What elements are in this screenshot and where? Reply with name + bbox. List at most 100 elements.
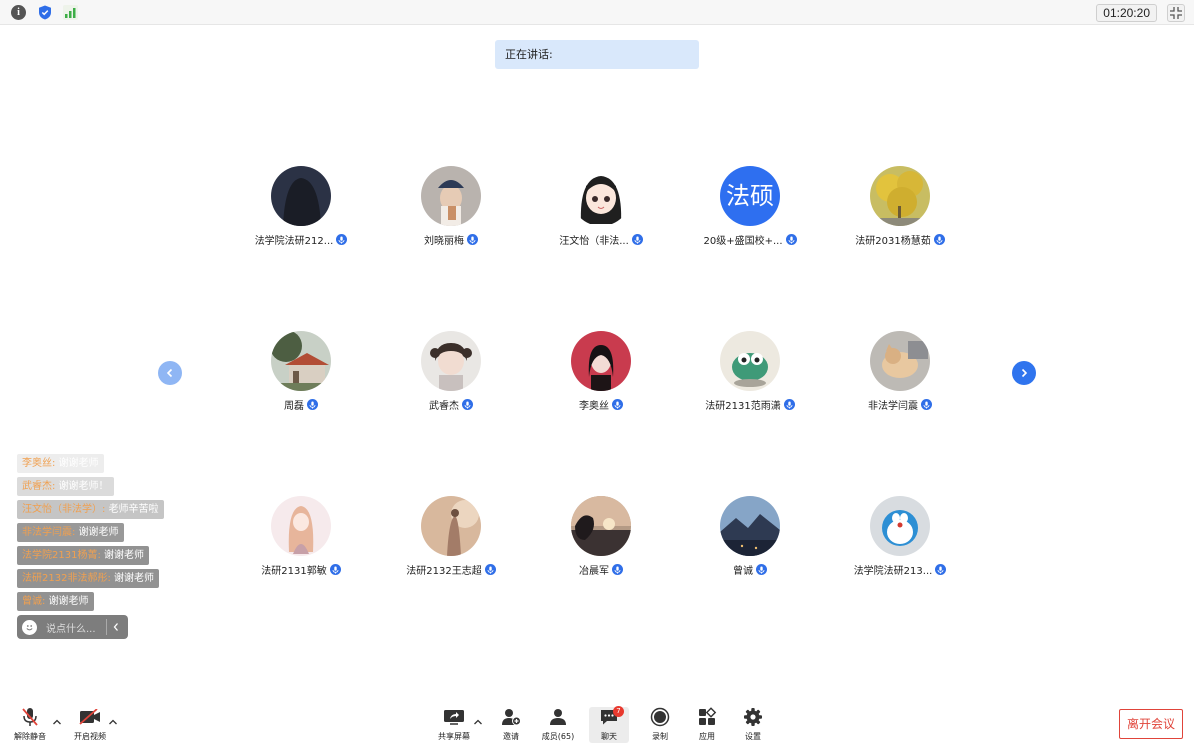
shield-icon[interactable] xyxy=(37,5,52,20)
chat-sender: 武睿杰: xyxy=(22,481,56,492)
chevron-up-icon[interactable] xyxy=(108,718,118,726)
mic-icon xyxy=(783,399,795,410)
signal-icon[interactable] xyxy=(63,5,78,20)
unmute-button[interactable]: 解除静音 xyxy=(10,707,50,743)
chevron-left-icon xyxy=(166,368,173,378)
share-screen-icon xyxy=(434,707,474,727)
chat-text: 谢谢老师！ xyxy=(58,481,109,492)
chat-message-row: 法学院2131杨菁: 谢谢老师 xyxy=(17,543,164,566)
leave-meeting-button[interactable]: 离开会议 xyxy=(1119,709,1183,739)
mic-icon xyxy=(484,564,496,575)
mic-icon xyxy=(329,564,341,575)
participant-tile[interactable]: 法硕 20级+盛国校+... xyxy=(675,166,825,247)
mic-icon xyxy=(935,564,947,575)
share-screen-button[interactable]: 共享屏幕 xyxy=(434,707,474,743)
participant-tile[interactable]: 法学院法研213... xyxy=(825,496,975,577)
record-button[interactable]: 录制 xyxy=(640,707,680,743)
participant-tile[interactable]: 非法学闫震 xyxy=(825,331,975,412)
chat-button[interactable]: 7 聊天 xyxy=(589,706,629,743)
apps-icon xyxy=(687,707,727,727)
chat-sender: 法学院2131杨菁: xyxy=(22,550,101,561)
participant-name-row: 法研2131郭敏 xyxy=(226,562,376,577)
start-video-button[interactable]: 开启视频 xyxy=(70,707,110,743)
avatar xyxy=(870,496,930,556)
chat-text: 谢谢老师 xyxy=(114,573,155,584)
participant-name-row: 20级+盛国校+... xyxy=(675,232,825,247)
chevron-left-icon[interactable] xyxy=(112,622,122,632)
share-screen-label: 共享屏幕 xyxy=(438,732,470,741)
participant-name: 非法学闫震 xyxy=(868,401,918,412)
chat-overlay: 李奥丝: 谢谢老师 武睿杰: 谢谢老师！ 汪文怡（非法学）: 老师辛苦啦 非法学闫震:… xyxy=(17,451,164,612)
participant-name: 法学院法研212... xyxy=(254,236,334,247)
mic-icon xyxy=(921,399,932,410)
chat-text: 谢谢老师 xyxy=(48,596,89,607)
participant-name: 法研2031杨慧茹 xyxy=(855,236,931,247)
participant-tile[interactable]: 冶晨军 xyxy=(526,496,676,577)
next-page-button[interactable] xyxy=(1012,361,1036,385)
participant-name: 武睿杰 xyxy=(429,401,459,412)
avatar xyxy=(271,331,331,391)
emoji-icon[interactable] xyxy=(22,619,37,635)
chat-message: 曾诚: 谢谢老师 xyxy=(17,592,94,611)
participant-name-row: 法研2131范雨潇 xyxy=(675,397,825,412)
chat-sender: 曾诚: xyxy=(22,596,46,607)
participant-tile[interactable]: 曾诚 xyxy=(675,496,825,577)
avatar xyxy=(720,331,780,391)
participant-tile[interactable]: 法学院法研212... xyxy=(226,166,376,247)
mic-icon xyxy=(785,234,797,245)
mic-icon xyxy=(467,234,478,245)
participant-name: 李奥丝 xyxy=(579,401,609,412)
avatar xyxy=(421,496,481,556)
participant-name-row: 汪文怡（非法... xyxy=(526,232,676,247)
avatar: 法硕 xyxy=(720,166,780,226)
mic-icon xyxy=(612,399,623,410)
participant-tile[interactable]: 法研2132王志超 xyxy=(376,496,526,577)
chat-message-row: 非法学闫震: 谢谢老师 xyxy=(17,520,164,543)
chat-label: 聊天 xyxy=(601,732,617,741)
apps-button[interactable]: 应用 xyxy=(687,707,727,743)
chevron-up-icon[interactable] xyxy=(52,718,62,726)
participant-tile[interactable]: 法研2031杨慧茹 xyxy=(825,166,975,247)
gear-icon xyxy=(733,707,773,727)
chat-text: 谢谢老师 xyxy=(104,550,145,561)
apps-label: 应用 xyxy=(699,732,715,741)
invite-button[interactable]: 邀请 xyxy=(491,707,531,743)
members-button[interactable]: 成员(65) xyxy=(538,707,578,743)
meeting-timer: 01:20:20 xyxy=(1096,4,1157,22)
participant-name: 周磊 xyxy=(284,401,304,412)
avatar xyxy=(571,331,631,391)
chevron-right-icon xyxy=(1021,368,1028,378)
participant-name-row: 李奥丝 xyxy=(526,397,676,412)
participant-tile[interactable]: 汪文怡（非法... xyxy=(526,166,676,247)
participant-tile[interactable]: 法研2131郭敏 xyxy=(226,496,376,577)
top-bar: i 01:20:20 xyxy=(0,0,1194,25)
mic-icon xyxy=(933,234,945,245)
chat-input[interactable]: 说点什么... xyxy=(46,620,102,635)
info-icon[interactable]: i xyxy=(11,5,26,20)
chat-sender: 非法学闫震: xyxy=(22,527,76,538)
avatar xyxy=(720,496,780,556)
unmute-label: 解除静音 xyxy=(14,732,46,741)
chevron-up-icon[interactable] xyxy=(473,718,483,726)
participant-name: 曾诚 xyxy=(733,566,753,577)
exit-fullscreen-icon[interactable] xyxy=(1167,4,1185,22)
participant-tile[interactable]: 刘晓丽梅 xyxy=(376,166,526,247)
participant-name-row: 周磊 xyxy=(226,397,376,412)
settings-label: 设置 xyxy=(745,732,761,741)
participant-tile[interactable]: 法研2131范雨潇 xyxy=(675,331,825,412)
mic-icon xyxy=(336,234,348,245)
previous-page-button[interactable] xyxy=(158,361,182,385)
participant-name: 法学院法研213... xyxy=(853,566,933,577)
speaking-indicator: 正在讲话: xyxy=(495,40,699,69)
participant-name-row: 法研2132王志超 xyxy=(376,562,526,577)
participant-name: 20级+盛国校+... xyxy=(703,236,783,247)
invite-label: 邀请 xyxy=(503,732,519,741)
participant-name: 刘晓丽梅 xyxy=(424,236,464,247)
chat-input-bar[interactable]: 说点什么... xyxy=(17,615,128,639)
chat-message-row: 曾诚: 谢谢老师 xyxy=(17,589,164,612)
participant-tile[interactable]: 周磊 xyxy=(226,331,376,412)
participant-tile[interactable]: 李奥丝 xyxy=(526,331,676,412)
settings-button[interactable]: 设置 xyxy=(733,707,773,743)
participant-tile[interactable]: 武睿杰 xyxy=(376,331,526,412)
participant-name-row: 法研2031杨慧茹 xyxy=(825,232,975,247)
